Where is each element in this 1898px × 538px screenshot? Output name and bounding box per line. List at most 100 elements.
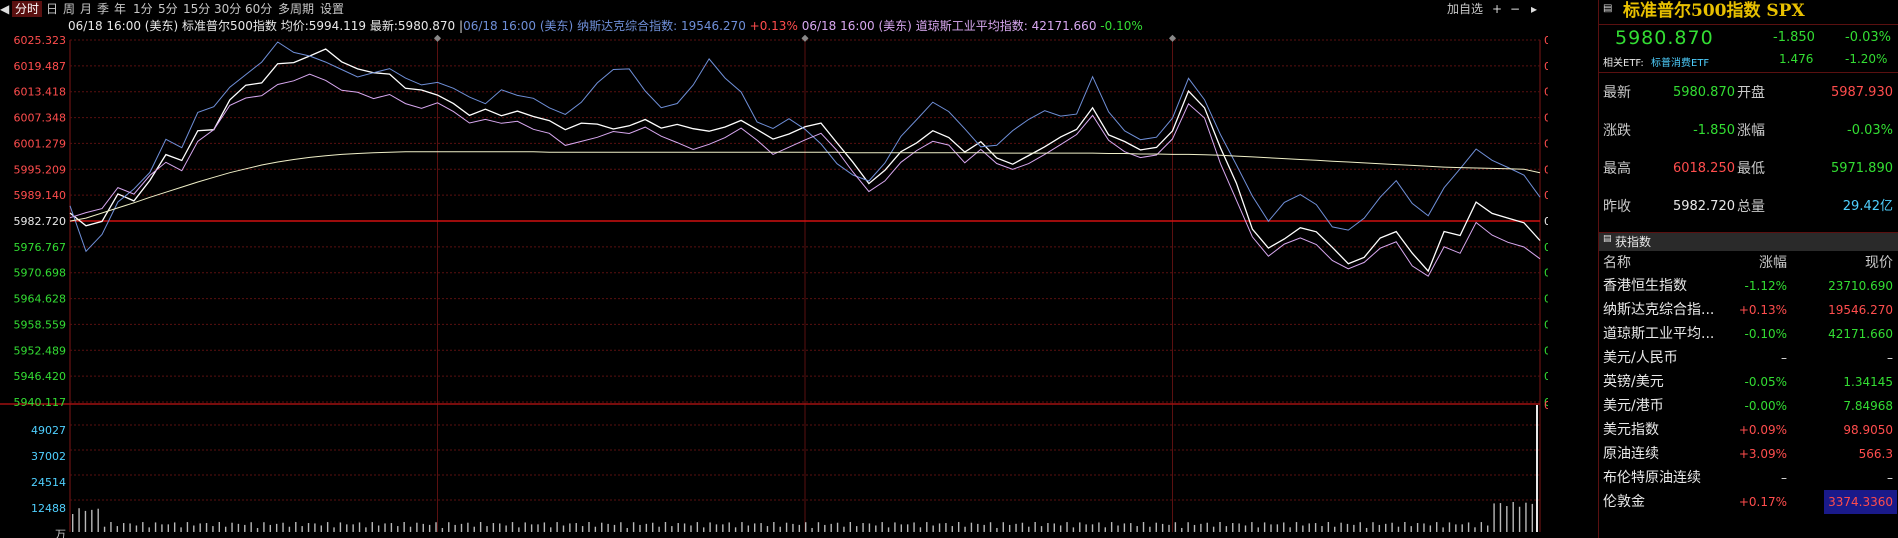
volume-bar [754,523,756,532]
volume-bar [224,526,227,532]
volume-bar [658,526,660,532]
back-arrow-icon[interactable]: ◀ [0,1,10,17]
list-item-price: 3374.3360 [1824,490,1897,514]
zoom-out-button[interactable]: − [1508,1,1522,17]
volume-bar [734,527,737,532]
tab-monthly[interactable]: 月 [80,1,92,17]
tab-15min[interactable]: 15分 [183,1,210,17]
tab-intraday[interactable]: 分时 [12,1,43,17]
list-item[interactable]: 美元指数 +0.09% 98.9050 [1599,418,1898,442]
list-item[interactable]: 纳斯达克综合指... +0.13% 19546.270 [1599,298,1898,322]
pct-tick-label: 0.30% [1544,293,1548,306]
volume-bar [505,525,507,532]
tab-60min[interactable]: 60分 [245,1,272,17]
volume-bar [970,522,973,532]
volume-bar [906,524,909,532]
sub-menu-icon[interactable]: ▤ [1603,234,1612,244]
intraday-chart[interactable]: 6025.323 6019.487 6013.418 6007.348 6001.279… [0,18,1548,538]
list-item[interactable]: 香港恒生指数 -1.12% 23710.690 [1599,274,1898,298]
tab-30min[interactable]: 30分 [214,1,241,17]
list-item[interactable]: 伦敦金 +0.17% 3374.3360 [1599,490,1898,514]
price-tick-label: 5958.559 [14,318,67,331]
tab-quarterly[interactable]: 季 [97,1,109,17]
menu-icon[interactable]: ▤ [1603,2,1615,16]
zoom-in-button[interactable]: + [1490,1,1504,17]
volume-bar [1353,524,1355,532]
volume-bar [1480,522,1483,532]
list-item[interactable]: 英镑/美元 -0.05% 1.34145 [1599,370,1898,394]
session-marker [1168,34,1177,42]
volume-bar [518,527,520,532]
tab-weekly[interactable]: 周 [63,1,75,17]
stat-label: 最高 [1603,161,1631,177]
volume-bar [454,524,456,532]
tab-settings[interactable]: 设置 [320,1,344,17]
volume-bar [1142,522,1145,532]
list-item[interactable]: 布伦特原油连续 – – [1599,466,1898,490]
volume-bar [1091,524,1094,532]
volume-axis: 49027 37002 24514 12488 万 0.71% [31,399,1548,538]
list-item-price: 23710.690 [1828,279,1893,293]
volume-bar [996,527,998,532]
tab-multi-period[interactable]: 多周期 [278,1,314,17]
list-item-name: 美元指数 [1603,422,1659,438]
volume-bar [1238,523,1240,532]
volume-bar [575,523,577,532]
price-tick-label: 5989.140 [14,189,67,202]
price-tick-label: 5952.489 [14,344,67,357]
volume-bar [78,508,80,532]
stat-label: 总量 [1737,199,1765,215]
list-item-pct: – [1781,351,1787,365]
volume-bar [1008,524,1011,532]
pct-tick-label: 0.11% [1544,189,1548,202]
volume-bar [900,524,903,532]
price-tick-label: 6025.323 [14,34,67,47]
volume-bar [173,522,176,532]
list-item-price: 42171.660 [1828,327,1893,341]
tab-5min[interactable]: 5分 [158,1,178,17]
stats-row: 最高 6018.250 最低 5971.890 [1599,152,1898,186]
volume-bar [422,523,424,532]
volume-bar [887,527,890,532]
index-title: 标准普尔500指数 SPX [1623,1,1805,21]
volume-bar [282,522,284,532]
volume-bar [103,526,106,532]
volume-bar [1117,525,1119,532]
price-axis-left: 6025.323 6019.487 6013.418 6007.348 6001.279… [14,34,67,409]
tab-1min[interactable]: 1分 [133,1,153,17]
list-item-price: – [1887,351,1893,365]
list-item[interactable]: 原油连续 +3.09% 566.3 [1599,442,1898,466]
volume-bar [977,523,979,532]
price-tick-label: 5940.117 [14,396,67,409]
volume-bar [301,526,303,532]
volume-bar [964,526,966,532]
volume-bar [473,526,475,532]
volume-bar [511,522,514,532]
tab-daily[interactable]: 日 [46,1,58,17]
volume-bar [409,526,412,532]
volume-bar [193,525,195,532]
collapse-panel-icon[interactable]: ▸ [1526,1,1542,17]
list-item-price: 7.84968 [1843,399,1893,413]
tab-yearly[interactable]: 年 [114,1,126,17]
price-tick-label: 6019.487 [14,60,67,73]
pct-tick-label: 0.10% [1544,241,1548,254]
volume-bar [594,526,597,532]
volume-bar [671,526,673,532]
volume-bar [1251,522,1253,532]
volume-bar [397,526,399,532]
volume-bar [588,522,590,532]
add-watchlist-button[interactable]: 加自选 [1447,1,1483,17]
price-tick-label: 5982.720 [14,215,67,228]
volume-bar [798,524,801,532]
sub-header-label[interactable]: 获指数 [1615,234,1651,250]
etf-name[interactable]: 标普消费ETF [1651,54,1709,69]
list-item[interactable]: 美元/人民币 – – [1599,346,1898,370]
list-item[interactable]: 道琼斯工业平均... -0.10% 42171.660 [1599,322,1898,346]
volume-bar [550,527,552,532]
list-item[interactable]: 美元/港币 -0.00% 7.84968 [1599,394,1898,418]
list-item-name: 布伦特原油连续 [1603,470,1701,486]
list-item-price: – [1887,471,1893,485]
volume-bar [932,525,934,532]
list-item-name: 美元/人民币 [1603,350,1678,366]
